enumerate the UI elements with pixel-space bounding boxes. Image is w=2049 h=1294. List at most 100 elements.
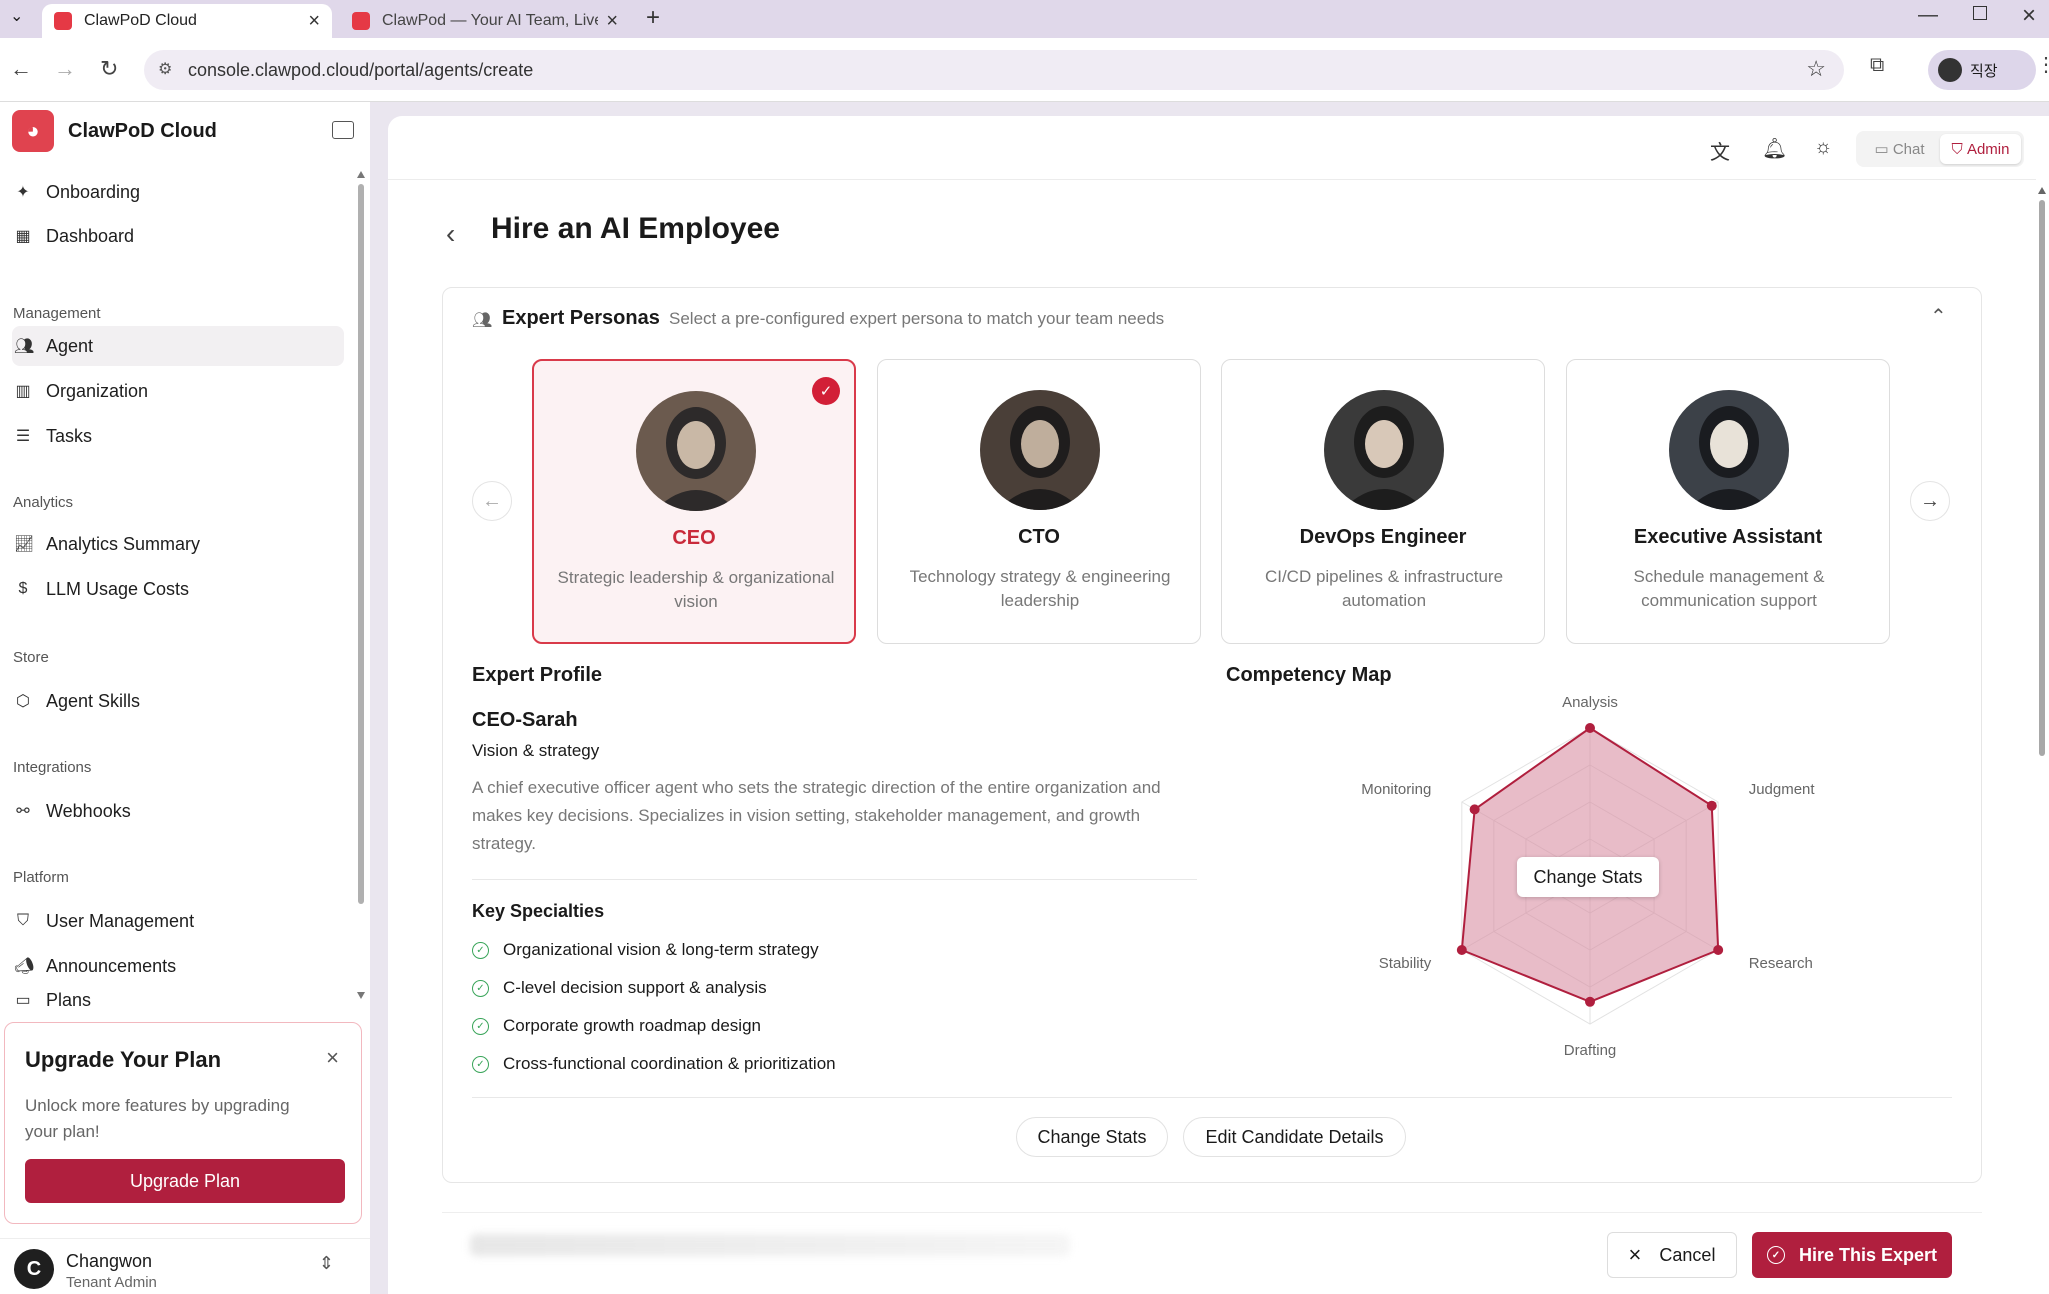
- sidebar-item-analytics-summary[interactable]: 📈︎ Analytics Summary: [12, 524, 344, 564]
- specialty-label: C-level decision support & analysis: [503, 978, 767, 997]
- grid-icon: ▦: [15, 228, 31, 245]
- sidebar-item-label: Dashboard: [46, 225, 135, 246]
- main-scrollbar[interactable]: [2036, 186, 2048, 766]
- upgrade-plan-card: Upgrade Your Plan × Unlock more features…: [4, 1022, 362, 1224]
- expert-name: CEO-Sarah: [472, 709, 578, 731]
- scrollbar-thumb[interactable]: [2039, 200, 2045, 756]
- sidebar-item-onboarding[interactable]: ✦ Onboarding: [12, 172, 344, 212]
- persona-description: Schedule management & communication supp…: [1633, 567, 1825, 610]
- persona-card-devops-engineer[interactable]: DevOps Engineer CI/CD pipelines & infrast…: [1221, 359, 1545, 644]
- persona-card-ceo[interactable]: CEO Strategic leadership & organizational…: [532, 359, 856, 644]
- upgrade-plan-button[interactable]: Upgrade Plan: [25, 1159, 345, 1203]
- translate-icon[interactable]: 文: [1710, 136, 1730, 165]
- persona-name: CTO: [1018, 526, 1060, 548]
- close-window-icon[interactable]: ×: [2022, 2, 2036, 30]
- scroll-up-icon[interactable]: [357, 171, 365, 178]
- sidebar-item-label: LLM Usage Costs: [46, 578, 190, 599]
- personas-title: Expert Personas: [502, 307, 660, 329]
- site-info-icon[interactable]: ⚙: [158, 59, 172, 79]
- browser-menu-icon[interactable]: ⋮: [2036, 52, 2049, 77]
- sidebar-item-organization[interactable]: ▥ Organization: [12, 371, 344, 411]
- check-circle-icon: ✓: [472, 941, 489, 959]
- chat-mode-button[interactable]: ▭ Chat: [1859, 140, 1940, 158]
- card-icon: ▭: [15, 992, 31, 1009]
- bookmark-star-icon[interactable]: ☆: [1806, 56, 1826, 82]
- browser-tab[interactable]: ClawPod — Your AI Team, Live ×: [340, 4, 630, 38]
- sidebar-item-dashboard[interactable]: ▦ Dashboard: [12, 216, 344, 256]
- admin-mode-button[interactable]: ⛉ Admin: [1940, 134, 2021, 164]
- sidebar-scrollbar[interactable]: [356, 170, 366, 1000]
- user-name: Changwon: [66, 1251, 153, 1271]
- tab-list-chevron-icon[interactable]: ⌄: [10, 6, 23, 26]
- browser-tab-active[interactable]: ClawPoD Cloud ×: [42, 4, 332, 38]
- specialty-label: Organizational vision & long-term strate…: [503, 940, 819, 959]
- radar-point-monitoring: [1469, 804, 1480, 815]
- radar-axis-label: Drafting: [1564, 1042, 1617, 1059]
- extensions-icon[interactable]: ⧉: [1870, 54, 1884, 77]
- collapse-chevron-icon[interactable]: ⌃: [1930, 304, 1947, 329]
- specialty-item: ✓ C-level decision support & analysis: [472, 978, 767, 998]
- hire-expert-button[interactable]: ✓ Hire This Expert: [1752, 1232, 1952, 1278]
- sidebar-section-title: Platform: [13, 869, 69, 886]
- carousel-next-button[interactable]: →: [1910, 481, 1950, 521]
- radar-point-drafting: [1585, 996, 1595, 1007]
- sidebar-item-label: Tasks: [46, 425, 93, 446]
- scroll-down-icon[interactable]: [357, 992, 365, 999]
- user-avatar: C: [14, 1249, 54, 1289]
- scroll-up-icon[interactable]: [2038, 187, 2046, 194]
- sidebar-item-user-management[interactable]: ⛉ User Management: [12, 901, 344, 941]
- profile-label: 직장: [1970, 62, 1998, 80]
- upgrade-title: Upgrade Your Plan: [25, 1047, 222, 1072]
- tab-title: ClawPod — Your AI Team, Live: [382, 12, 599, 29]
- specialty-item: ✓ Corporate growth roadmap design: [472, 1016, 761, 1036]
- sidebar-item-llm-usage-costs[interactable]: $ LLM Usage Costs: [12, 569, 344, 609]
- sidebar-item-tasks[interactable]: ☰ Tasks: [12, 416, 344, 456]
- scrollbar-thumb[interactable]: [358, 184, 364, 904]
- sidebar-item-label: Announcements: [46, 955, 177, 976]
- close-tab-icon[interactable]: ×: [308, 10, 320, 33]
- close-upgrade-icon[interactable]: ×: [326, 1045, 339, 1071]
- persona-card-executive-assistant[interactable]: Executive Assistant Schedule management &…: [1566, 359, 1890, 644]
- carousel-prev-button[interactable]: ←: [472, 481, 512, 521]
- sun-icon[interactable]: ☼: [1814, 136, 1832, 159]
- bell-icon[interactable]: 🔔︎: [1762, 136, 1787, 161]
- webhook-icon: ⚯: [16, 803, 30, 820]
- sidebar-item-agent[interactable]: 👥︎ Agent: [12, 326, 344, 366]
- maximize-icon[interactable]: [1973, 6, 1987, 20]
- back-icon[interactable]: ←: [10, 56, 32, 82]
- new-tab-icon[interactable]: +: [646, 4, 660, 32]
- sidebar-item-webhooks[interactable]: ⚯ Webhooks: [12, 791, 344, 831]
- sidebar-item-plans[interactable]: ▭ Plans: [12, 990, 344, 1012]
- user-menu[interactable]: C Changwon Tenant Admin ⇕: [0, 1238, 370, 1294]
- radar-change-stats-button[interactable]: Change Stats: [1517, 857, 1659, 897]
- sidebar-item-announcements[interactable]: 📣︎ Announcements: [12, 946, 344, 986]
- edit-candidate-details-button[interactable]: Edit Candidate Details: [1183, 1117, 1406, 1157]
- persona-avatar: [636, 391, 756, 511]
- persona-name: DevOps Engineer: [1299, 526, 1467, 548]
- radar-point-analysis: [1585, 723, 1595, 733]
- profile-avatar: [1938, 58, 1962, 82]
- minimize-icon[interactable]: —: [1918, 4, 1938, 27]
- forward-icon[interactable]: →: [54, 56, 76, 82]
- sidebar-item-agent-skills[interactable]: ⬡ Agent Skills: [12, 681, 344, 721]
- cancel-button[interactable]: × Cancel: [1607, 1232, 1737, 1278]
- sidebar-toggle-icon[interactable]: [332, 121, 354, 139]
- back-chevron-icon[interactable]: ‹: [446, 218, 455, 250]
- chat-admin-toggle[interactable]: ▭ Chat ⛉ Admin: [1856, 131, 2024, 167]
- close-tab-icon[interactable]: ×: [606, 10, 618, 33]
- url-field[interactable]: ⚙ console.clawpod.cloud/portal/agents/cr…: [144, 50, 1844, 90]
- persona-card-cto[interactable]: CTO Technology strategy & engineering lea…: [877, 359, 1201, 644]
- radar-axis-label: Research: [1749, 955, 1813, 972]
- browser-profile-button[interactable]: 직장: [1928, 50, 2036, 90]
- users-icon: 👥︎: [472, 312, 493, 329]
- blurred-section-header: [470, 1234, 1070, 1256]
- building-icon: ▥: [15, 383, 31, 400]
- chevron-up-down-icon[interactable]: ⇕: [319, 1253, 334, 1274]
- sidebar-item-label: Analytics Summary: [46, 533, 201, 554]
- brand[interactable]: ◕ ClawPoD Cloud: [12, 110, 217, 152]
- change-stats-button[interactable]: Change Stats: [1016, 1117, 1168, 1157]
- sidebar-item-label: Agent Skills: [46, 690, 141, 711]
- specialty-item: ✓ Organizational vision & long-term strat…: [472, 940, 819, 960]
- divider: [472, 1097, 1952, 1098]
- reload-icon[interactable]: ↻: [100, 56, 118, 82]
